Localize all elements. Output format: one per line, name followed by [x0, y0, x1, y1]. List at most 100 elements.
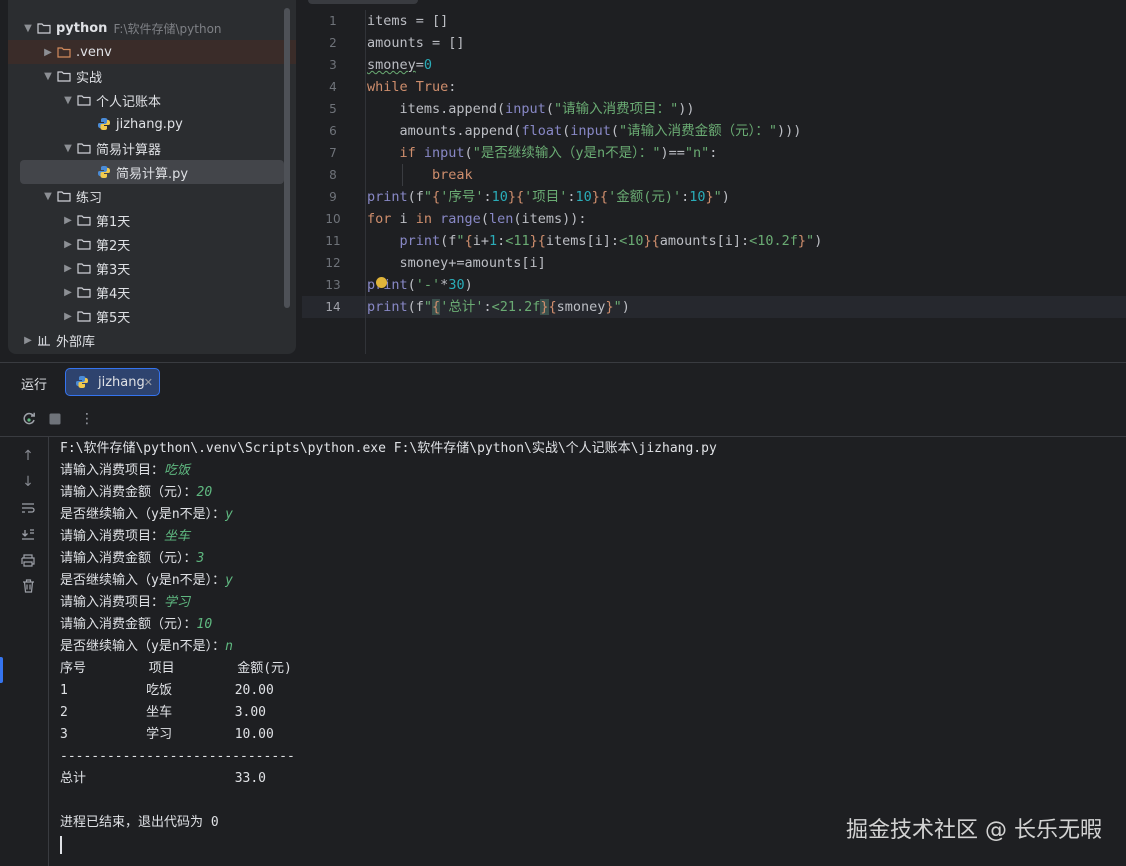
console-line: 2 坐车 3.00	[60, 702, 1110, 724]
chevron-right-icon[interactable]: ▶	[20, 332, 36, 348]
chevron-right-icon[interactable]: ▶	[60, 284, 76, 300]
tree-item-label: jizhang.py	[116, 116, 183, 132]
tree-root-python[interactable]: ▼ python F:\软件存储\python	[20, 16, 284, 40]
soft-wrap-button[interactable]	[19, 499, 37, 517]
console-text: 2 坐车 3.00	[60, 705, 267, 720]
chevron-down-icon[interactable]: ▼	[40, 188, 56, 204]
code-line: print('-'*30)	[367, 277, 473, 293]
tree-file-jizhang[interactable]: jizhang.py	[20, 112, 284, 136]
chevron-down-icon[interactable]: ▼	[60, 140, 76, 156]
left-edge-indicator	[0, 657, 3, 683]
console-input: 坐车	[164, 529, 191, 544]
line-number: 10	[325, 212, 341, 226]
console-text: 请输入消费金额（元）：	[60, 551, 197, 566]
close-icon[interactable]: ✕	[144, 376, 153, 389]
console-line: 1 吃饭 20.00	[60, 680, 1110, 702]
python-file-icon	[74, 374, 90, 390]
print-button[interactable]	[19, 551, 37, 569]
console-input: n	[225, 639, 233, 654]
more-options-button[interactable]: ⋮	[78, 410, 96, 428]
folder-icon	[76, 260, 92, 276]
tree-item-label: .venv	[76, 44, 112, 60]
tree-item-label: 简易计算.py	[116, 166, 189, 182]
tree-item-jizhangben[interactable]: ▼ 个人记账本	[20, 88, 284, 112]
tree-item-shizhan[interactable]: ▼ 实战	[20, 64, 284, 88]
line-number: 2	[329, 36, 337, 50]
watermark: 掘金技术社区 @ 长乐无暇	[846, 818, 1102, 843]
line-number-gutter: 1 2 3 4 5 6 7 8 9 10 11 12 13 14	[302, 10, 364, 318]
console-input: 吃饭	[164, 463, 191, 478]
library-icon	[36, 332, 52, 348]
stop-button[interactable]	[46, 410, 64, 428]
code-line: items = []	[367, 13, 449, 29]
code-line: while True:	[367, 79, 457, 95]
chevron-down-icon[interactable]: ▼	[60, 92, 76, 108]
scroll-to-end-button[interactable]	[19, 525, 37, 543]
run-window-title: 运行	[21, 378, 48, 393]
tree-item-venv[interactable]: ▶ .venv	[8, 40, 296, 64]
console-line: F:\软件存储\python\.venv\Scripts\python.exe …	[60, 438, 1110, 460]
lightbulb-icon[interactable]	[376, 277, 387, 288]
project-tree-panel: ▼ python F:\软件存储\python ▶ .venv ▼ 实战 ▼ 个…	[8, 0, 296, 354]
run-toolwindow-header: 运行 jizhang ✕	[0, 362, 1126, 401]
console-input: 学习	[164, 595, 191, 610]
scroll-down-button[interactable]: ↓	[19, 473, 37, 491]
tree-item-day4[interactable]: ▶ 第4天	[20, 280, 284, 304]
tree-item-label: 第1天	[96, 214, 131, 230]
console-text: 序号 项目 金额(元)	[60, 661, 292, 676]
console-line: 请输入消费项目：坐车	[60, 526, 1110, 548]
console-text: F:\软件存储\python\.venv\Scripts\python.exe …	[60, 441, 717, 456]
tree-item-label: 练习	[76, 190, 103, 206]
code-line: amounts.append(float(input("请输入消费金额（元）："…	[367, 123, 802, 139]
line-number: 13	[325, 278, 341, 292]
code-content[interactable]: items = [] amounts = [] smoney=0 while T…	[367, 10, 822, 318]
tree-item-day5[interactable]: ▶ 第5天	[20, 304, 284, 328]
console-input: 3	[196, 551, 205, 566]
console-input: y	[225, 573, 233, 588]
tree-item-lianxi[interactable]: ▼ 练习	[20, 184, 284, 208]
folder-icon	[36, 20, 52, 36]
chevron-right-icon[interactable]: ▶	[60, 212, 76, 228]
line-number: 5	[329, 102, 337, 116]
scroll-up-button[interactable]: ↑	[19, 447, 37, 465]
tree-item-day2[interactable]: ▶ 第2天	[20, 232, 284, 256]
tree-scrollbar[interactable]	[284, 8, 290, 308]
tree-item-jisuanqi[interactable]: ▼ 简易计算器	[20, 136, 284, 160]
console-line: 3 学习 10.00	[60, 724, 1110, 746]
rerun-button[interactable]	[20, 410, 38, 428]
tree-file-jisuan[interactable]: 简易计算.py	[20, 160, 284, 184]
chevron-right-icon[interactable]: ▶	[60, 236, 76, 252]
console-line: 序号 项目 金额(元)	[60, 658, 1110, 680]
console-text: 请输入消费项目：	[60, 463, 165, 478]
chevron-down-icon[interactable]: ▼	[40, 68, 56, 84]
chevron-right-icon[interactable]: ▶	[40, 44, 56, 60]
console-input: 20	[196, 485, 213, 500]
code-editor[interactable]: 1 2 3 4 5 6 7 8 9 10 11 12 13 14 items =…	[302, 0, 1126, 354]
console-line: 是否继续输入（y是n不是）：y	[60, 504, 1110, 526]
chevron-down-icon[interactable]: ▼	[20, 20, 36, 36]
console-text: 请输入消费项目：	[60, 529, 165, 544]
tree-item-day1[interactable]: ▶ 第1天	[20, 208, 284, 232]
code-line: smoney+=amounts[i]	[367, 255, 546, 271]
console-line: 是否继续输入（y是n不是）：n	[60, 636, 1110, 658]
code-line-current: print(f"{'总计':<21.2f}{smoney}")	[367, 299, 630, 315]
tree-item-day3[interactable]: ▶ 第3天	[20, 256, 284, 280]
console-line: 请输入消费项目：学习	[60, 592, 1110, 614]
clear-all-button[interactable]	[19, 577, 37, 595]
line-number: 8	[329, 168, 337, 182]
chevron-right-icon[interactable]: ▶	[60, 260, 76, 276]
editor-tab-indicator	[308, 0, 418, 4]
tree-item-label: 个人记账本	[96, 94, 162, 110]
arrow-down-icon: ↓	[22, 474, 34, 490]
gutter-divider	[365, 10, 366, 354]
tree-item-external-libs[interactable]: ▶ 外部库	[20, 328, 284, 352]
tree-root-path: F:\软件存储\python	[113, 21, 222, 36]
tree-item-label: 实战	[76, 70, 103, 86]
chevron-right-icon[interactable]: ▶	[60, 308, 76, 324]
console-text: 是否继续输入（y是n不是）：	[60, 573, 226, 588]
line-number: 3	[329, 58, 337, 72]
console-text: 3 学习 10.00	[60, 727, 274, 742]
console-output[interactable]: F:\软件存储\python\.venv\Scripts\python.exe …	[60, 438, 1110, 856]
console-line: 请输入消费金额（元）：3	[60, 548, 1110, 570]
run-tab-jizhang[interactable]: jizhang ✕	[65, 368, 160, 396]
